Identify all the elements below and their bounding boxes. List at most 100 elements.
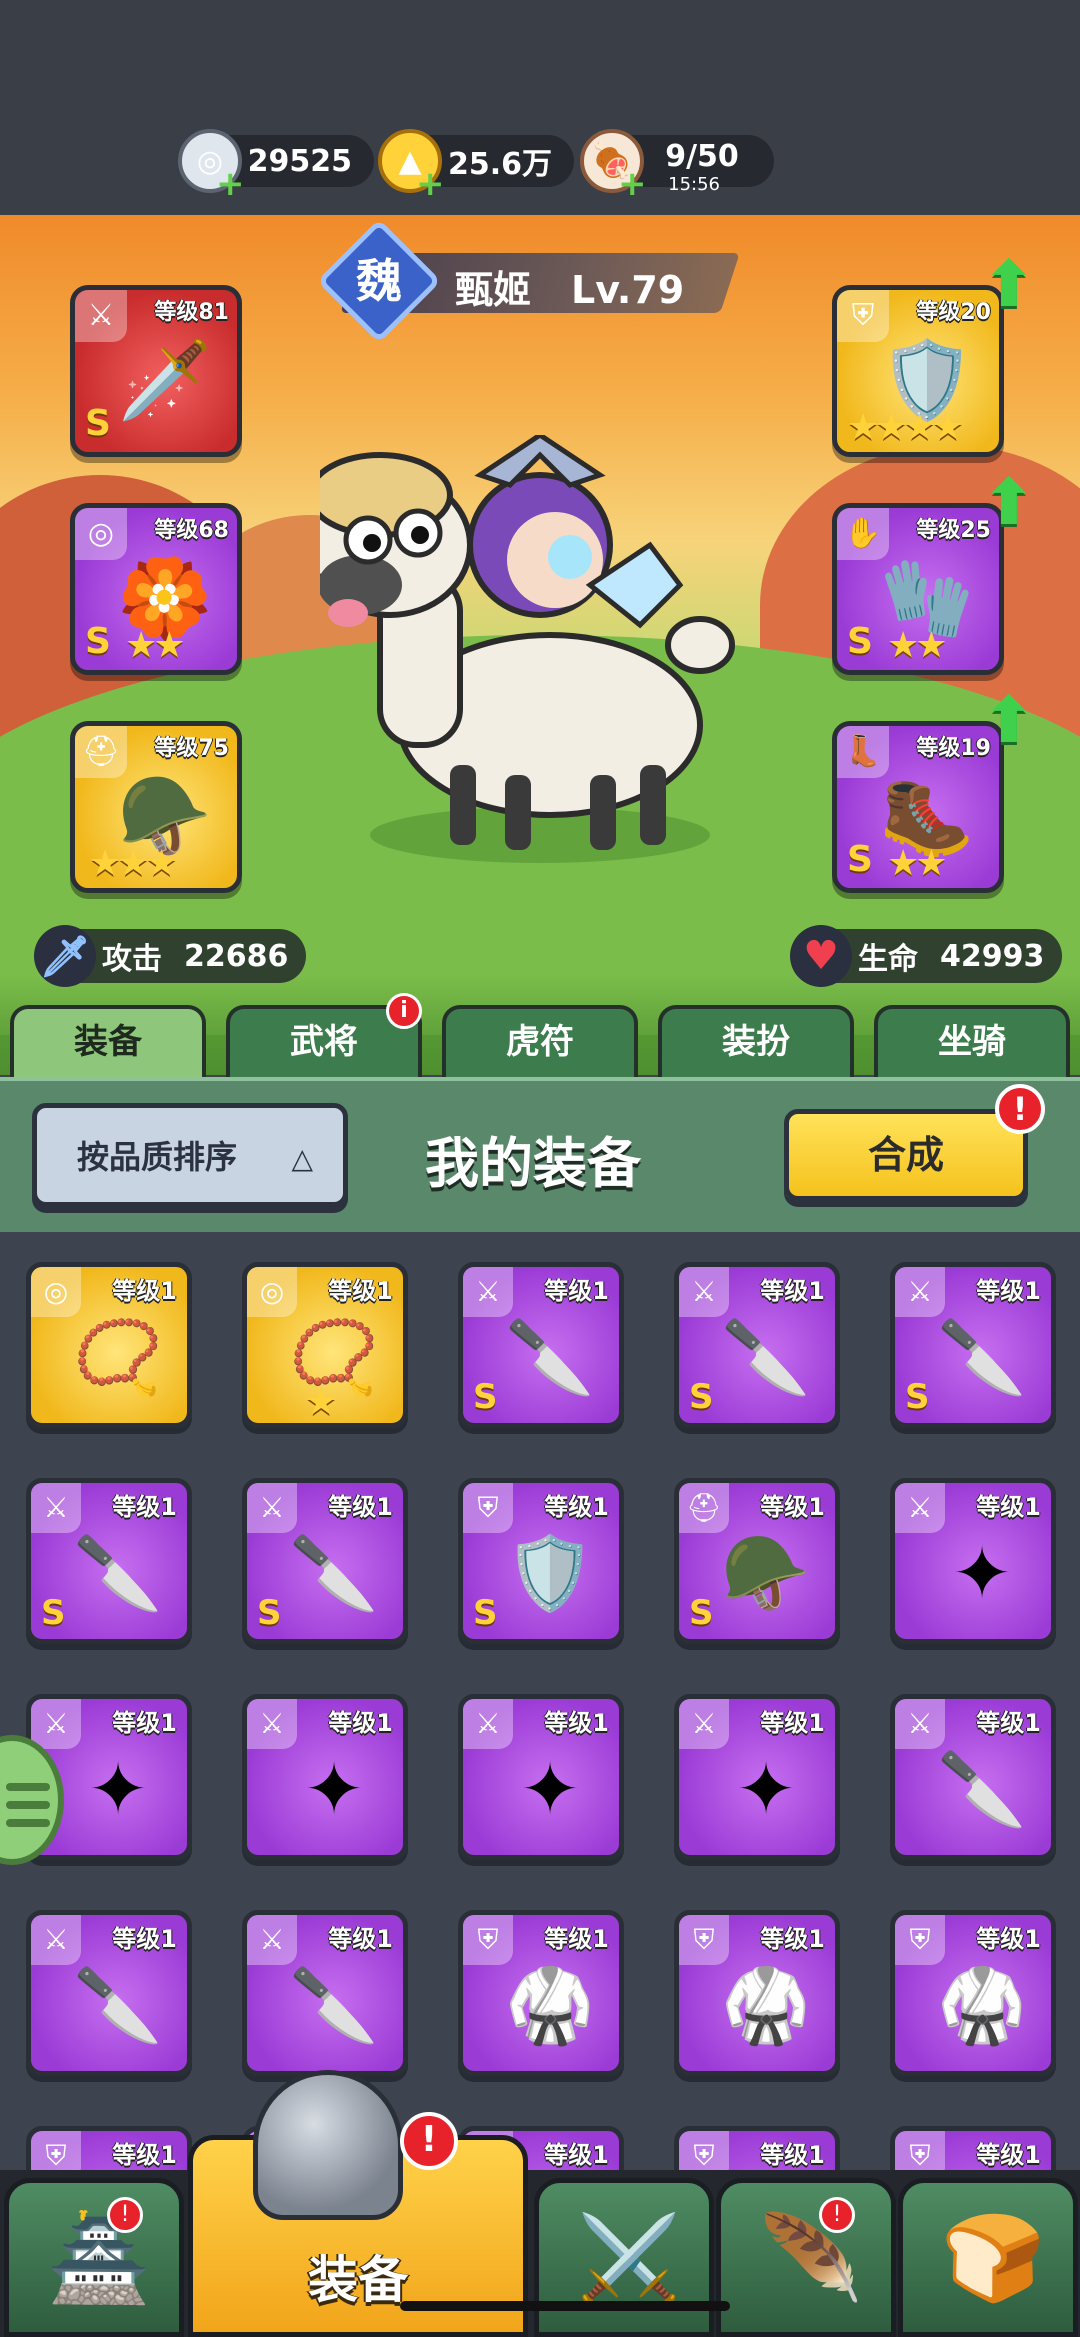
currency-bar: ◎ + 29525 ▲ + 25.6万 🍖 + 9/50 15:56 (0, 0, 1080, 215)
inventory-item[interactable]: ⚔ 🔪 等级1 (890, 1694, 1056, 1860)
tab-tiger-tally[interactable]: 虎符 (442, 1005, 638, 1077)
inventory-item[interactable]: ⚔ 🔪 等级1 S (674, 1262, 840, 1428)
item-art-icon: 📿 (73, 1315, 163, 1399)
add-gold-icon[interactable]: + (416, 167, 445, 201)
attack-label: 攻击 (102, 942, 162, 977)
equip-level: 等级19 (916, 736, 991, 761)
item-grade: S (473, 1377, 498, 1417)
tab-equipment[interactable]: 装备 (10, 1005, 206, 1077)
gold-counter[interactable]: ▲ + 25.6万 (378, 129, 574, 201)
inventory-item[interactable]: ⚔ 🔪 等级1 S (458, 1262, 624, 1428)
bottom-nav: 🏯 ! 装备 ⚔️ 🪶 ! 🍞 (0, 2070, 1080, 2337)
tab-outfit[interactable]: 装扮 (658, 1005, 854, 1077)
item-level: 等级1 (760, 1493, 825, 1521)
equip-stars: ★★ (887, 625, 948, 666)
inventory-item[interactable]: ⚔ 🔪 等级1 S (890, 1262, 1056, 1428)
inventory-item[interactable]: ⚔ 🔪 等级1 S (242, 1478, 408, 1644)
hp-label: 生命 (858, 942, 918, 977)
inventory-item[interactable]: ⚔ ✦ 等级1 (458, 1694, 624, 1860)
stamina-value: 9/50 (665, 139, 739, 174)
helmet-icon (253, 2070, 403, 2220)
panel-title: 我的装备 (425, 1132, 641, 1195)
add-stamina-icon[interactable]: + (618, 167, 647, 201)
silver-value: 29525 (247, 143, 352, 179)
tab-label: 虎符 (506, 1022, 574, 1062)
upgrade-arrow-icon: ⬆ (982, 248, 1036, 322)
nav-castle[interactable]: 🏯 ! (4, 2178, 184, 2337)
equip-slot-weapon[interactable]: ⚔ 🗡️ 等级81 S (70, 285, 242, 457)
item-grade: S (473, 1593, 498, 1633)
equip-slot-accessory[interactable]: ◎ 🏵️ 等级68 S ★★ (70, 503, 242, 675)
inventory-item[interactable]: ⚔ 🔪 等级1 (242, 1910, 408, 2076)
crossed-swords-icon: ⚔️ (576, 2209, 682, 2307)
item-level: 等级1 (544, 1709, 609, 1737)
inventory-item[interactable]: ◎ 📿 等级1 (26, 1262, 192, 1428)
equip-stars: ★★ (125, 625, 186, 666)
equip-level: 等级25 (916, 518, 991, 543)
inventory-grid: ◎ 📿 等级1 ◎ 📿 等级1 ★ ⚔ 🔪 等级1 S ⚔ 🔪 等级1 S ⚔ 🔪 等级1 S ⚔ 🔪 等级1 S ⚔ 🔪 等级1… (0, 1232, 1080, 2202)
inventory-item[interactable]: ⛨ 🥋 等级1 (458, 1910, 624, 2076)
sort-by-quality-button[interactable]: 按品质排序 △ (32, 1103, 348, 1207)
inventory-item[interactable]: ⛨ 🛡️ 等级1 S (458, 1478, 624, 1644)
equip-slot-boots[interactable]: 👢 🥾 等级19 S ★★ (832, 721, 1004, 893)
inventory-item[interactable]: ⚔ ✦ 等级1 (890, 1478, 1056, 1644)
stamina-counter[interactable]: 🍖 + 9/50 15:56 (580, 129, 774, 201)
alert-badge-icon: ! (995, 1084, 1045, 1134)
inventory-item[interactable]: ◎ 📿 等级1 ★ (242, 1262, 408, 1428)
alert-badge-icon: ! (400, 2112, 458, 2170)
silver-counter[interactable]: ◎ + 29525 (178, 129, 374, 201)
upgrade-arrow-icon: ⬆ (982, 466, 1036, 540)
tab-mount[interactable]: 坐骑 (874, 1005, 1070, 1077)
item-art-icon: ✦ (519, 1747, 581, 1831)
nav-heroes[interactable]: 🪶 ! (716, 2178, 896, 2337)
item-art-icon: 🔪 (73, 1531, 163, 1615)
inventory-item[interactable]: ⛑ 🪖 等级1 S (674, 1478, 840, 1644)
equip-level: 等级20 (916, 300, 991, 325)
item-art-icon: 🛡️ (505, 1531, 595, 1615)
heart-icon: ♥ (790, 925, 852, 987)
equip-grade: S (847, 839, 873, 880)
hero-name-row: 甄姬 Lv.79 (455, 259, 684, 314)
tab-generals[interactable]: 武将 i (226, 993, 422, 1077)
game-screen: ◎ + 29525 ▲ + 25.6万 🍖 + 9/50 15:56 魏 甄姬 L… (0, 0, 1080, 2337)
ice-sword-icon: 🗡️ (117, 335, 213, 424)
item-level: 等级1 (760, 1277, 825, 1305)
item-grade: S (689, 1593, 714, 1633)
merge-label: 合成 (867, 1133, 944, 1177)
equip-slot-helmet[interactable]: ⛑ 🪖 等级75 ★★★ (70, 721, 242, 893)
equip-stars: ★★ (887, 843, 948, 884)
equip-slot-gloves[interactable]: ✋ 🧤 等级25 S ★★ (832, 503, 1004, 675)
inventory-item[interactable]: ⚔ 🔪 等级1 S (26, 1478, 192, 1644)
tab-label: 装扮 (722, 1022, 790, 1062)
equip-stars: ★★★★ (847, 407, 964, 448)
tab-bar: 装备 武将 i 虎符 装扮 坐骑 (0, 993, 1080, 1077)
tab-label: 坐骑 (938, 1022, 1006, 1062)
add-silver-icon[interactable]: + (216, 167, 245, 201)
nav-arena[interactable]: ⚔️ (534, 2178, 714, 2337)
item-level: 等级1 (976, 2141, 1041, 2169)
hero-name: 甄姬 (455, 268, 532, 312)
item-art-icon: 🔪 (721, 1315, 811, 1399)
nav-upgrade[interactable]: 🍞 (898, 2178, 1078, 2337)
item-art-icon: ✦ (735, 1747, 797, 1831)
item-level: 等级1 (976, 1493, 1041, 1521)
equip-stars: ★★★ (89, 843, 178, 884)
item-grade: S (257, 1593, 282, 1633)
item-art-icon: 🔪 (505, 1315, 595, 1399)
item-level: 等级1 (112, 2141, 177, 2169)
item-art-icon: 🪖 (721, 1531, 811, 1615)
home-indicator (400, 2301, 730, 2311)
upgrade-arrow-icon: ⬆ (982, 684, 1036, 758)
inventory-item[interactable]: ⚔ 🔪 等级1 (26, 1910, 192, 2076)
equip-level: 等级75 (154, 736, 229, 761)
equip-slot-armor[interactable]: ⛨ 🛡️ 等级20 ★★★★ (832, 285, 1004, 457)
inventory-item[interactable]: ⚔ ✦ 等级1 (242, 1694, 408, 1860)
inventory-item[interactable]: ⛨ 🥋 等级1 (674, 1910, 840, 2076)
gold-value: 25.6万 (447, 147, 552, 182)
hero-on-alpaca-image[interactable] (320, 435, 740, 875)
inventory-item[interactable]: ⚔ ✦ 等级1 (674, 1694, 840, 1860)
merge-button[interactable]: 合成 ! (784, 1084, 1045, 1201)
sword-icon: 🗡 (34, 925, 96, 987)
inventory-item[interactable]: ⛨ 🥋 等级1 (890, 1910, 1056, 2076)
inventory-header: 按品质排序 △ 我的装备 合成 ! (0, 1077, 1080, 1232)
